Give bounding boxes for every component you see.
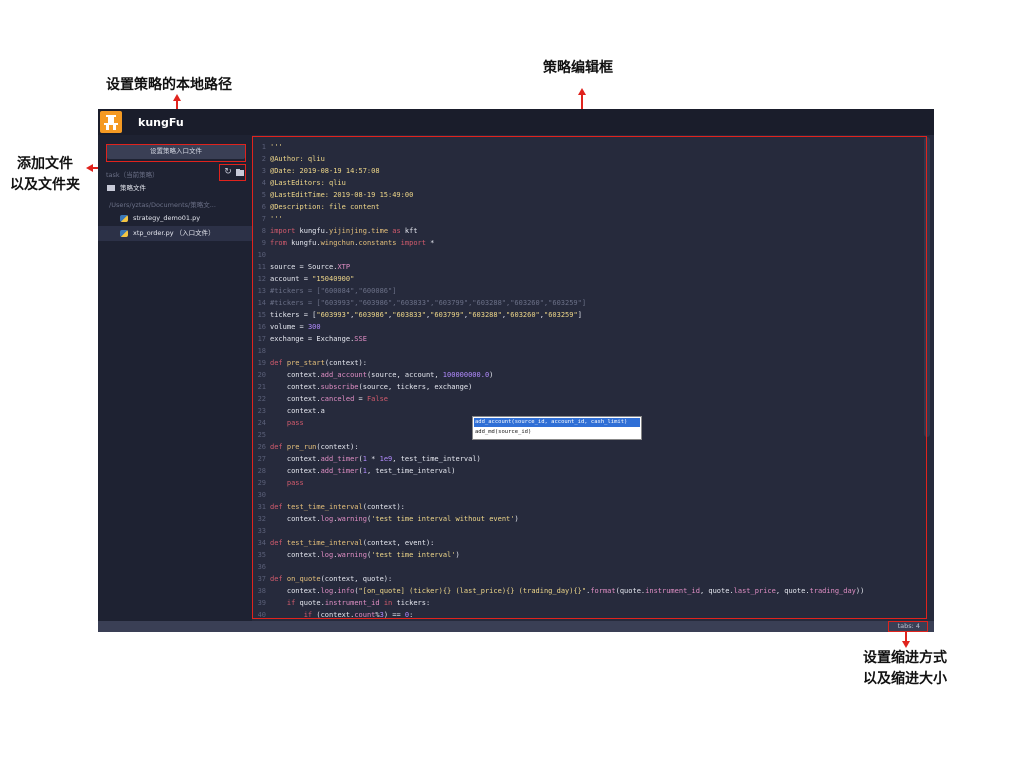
sidebar: 设置策略入口文件 task（当前策略） ↻ 策略文件 /Users/yztas/… [98,135,252,621]
folder-label: 策略文件 [120,184,146,192]
highlight-indent [888,621,928,632]
task-label: task（当前策略） [106,171,159,179]
callout-add-file: 添加文件 以及文件夹 [5,154,85,196]
app-name: kungFu [138,116,184,129]
local-path: /Users/yztas/Documents/策略文... [109,201,216,209]
callout-editor-box: 策略编辑框 [543,60,613,76]
python-file-icon [120,230,128,237]
folder-icon [107,185,115,191]
callout-add-file-line1: 添加文件 [17,156,73,172]
highlight-file-tools [219,164,246,181]
kungfu-logo-icon [100,111,122,133]
callout-indent-arrow [902,641,910,648]
status-bar: tabs: 4 [98,621,934,632]
callout-local-path: 设置策略的本地路径 [106,77,232,93]
strategy-folder[interactable]: 策略文件 [107,182,146,192]
top-bar: kungFu [98,109,934,135]
callout-add-file-line2: 以及文件夹 [10,177,80,193]
highlight-editor [252,136,927,619]
file-name: xtp_order.py （入口文件） [133,229,215,237]
python-file-icon [120,215,128,222]
callout-indent: 设置缩进方式 以及缩进大小 [855,648,955,690]
file-item[interactable]: strategy_demo01.py [98,211,252,226]
file-name: strategy_demo01.py [133,214,201,222]
callout-indent-line1: 设置缩进方式 [863,650,947,666]
callout-indent-line2: 以及缩进大小 [863,671,947,687]
highlight-entry-button [106,144,246,162]
file-item-active[interactable]: xtp_order.py （入口文件） [98,226,252,241]
